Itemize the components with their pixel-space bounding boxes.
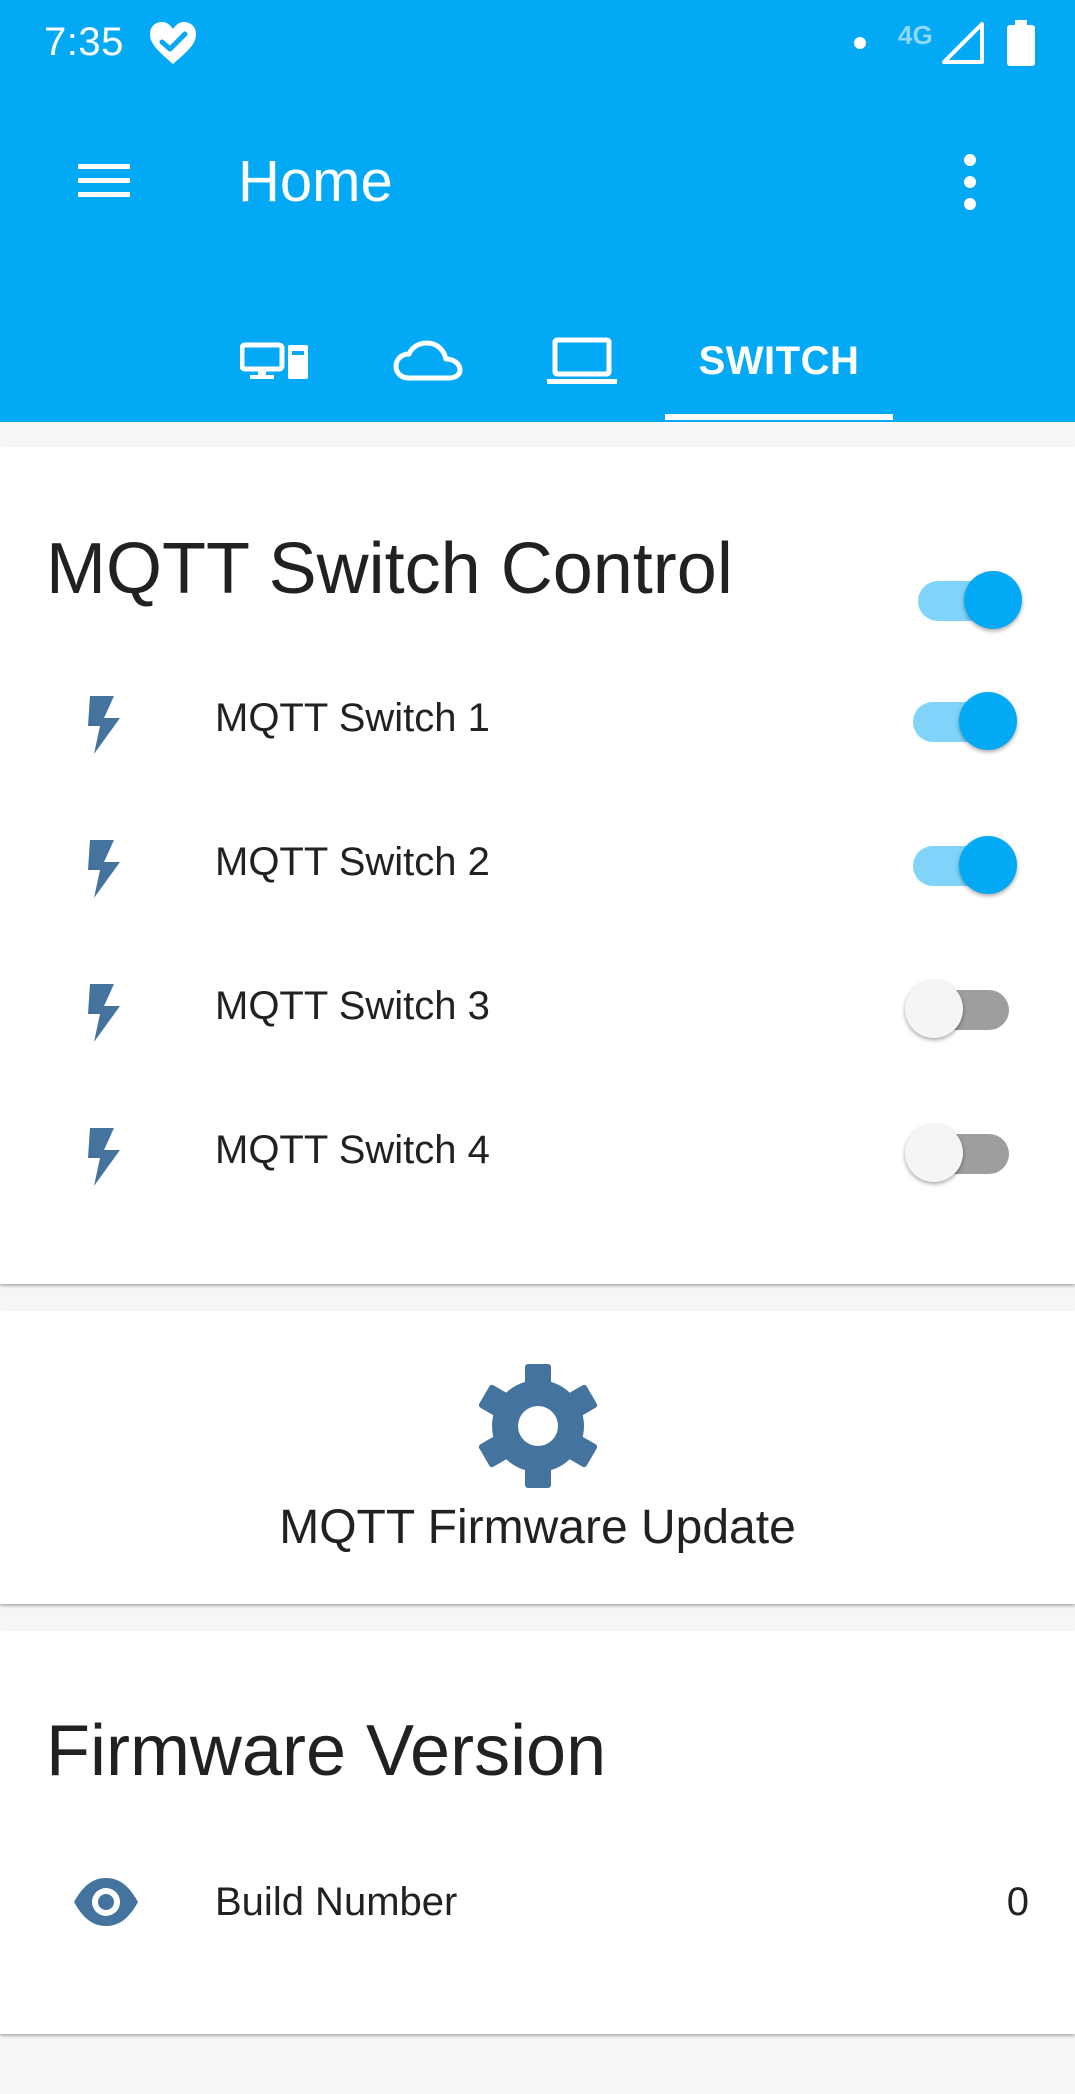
- switch-toggle[interactable]: [905, 685, 1017, 750]
- gear-icon: [478, 1364, 598, 1488]
- switch-label: MQTT Switch 1: [215, 696, 490, 740]
- tab-devices[interactable]: [215, 300, 335, 422]
- firmware-version-card: Firmware Version Build Number 0: [0, 1630, 1075, 2034]
- notification-dot-icon: [854, 37, 866, 49]
- laptop-icon: [547, 337, 617, 384]
- flash-icon: [88, 1128, 120, 1186]
- hamburger-menu-icon[interactable]: [74, 156, 134, 206]
- tab-bar: SWITCH: [0, 300, 1075, 422]
- master-toggle[interactable]: [910, 564, 1022, 629]
- build-number-label: Build Number: [215, 1880, 458, 1924]
- more-vertical-icon[interactable]: [950, 150, 990, 214]
- app-header: 7:35 4G Home SWITCH: [0, 0, 1075, 422]
- eye-icon: [74, 1878, 138, 1926]
- build-number-value: 0: [1006, 1880, 1029, 1924]
- tab-switch[interactable]: SWITCH: [665, 300, 893, 422]
- cell-signal-icon: [942, 22, 984, 64]
- switch-label: MQTT Switch 3: [215, 984, 490, 1028]
- switch-label: MQTT Switch 4: [215, 1128, 490, 1172]
- tab-switch-label: SWITCH: [698, 338, 860, 383]
- status-time: 7:35: [44, 20, 124, 64]
- switch-toggle[interactable]: [905, 1117, 1015, 1182]
- switch-label: MQTT Switch 2: [215, 840, 490, 884]
- flash-icon: [88, 840, 120, 898]
- page-title: Home: [238, 149, 393, 214]
- cloud-icon: [393, 340, 463, 381]
- tab-laptop[interactable]: [522, 300, 642, 422]
- battery-icon: [1007, 20, 1035, 66]
- tab-cloud[interactable]: [368, 300, 488, 422]
- firmware-update-label: MQTT Firmware Update: [279, 1501, 796, 1554]
- flash-icon: [88, 984, 120, 1042]
- switch-toggle[interactable]: [905, 829, 1017, 894]
- card-title: MQTT Switch Control: [46, 529, 733, 609]
- card-title: Firmware Version: [46, 1711, 607, 1791]
- switch-toggle[interactable]: [905, 973, 1015, 1038]
- network-type: 4G: [898, 20, 933, 50]
- devices-icon: [240, 342, 308, 379]
- flash-icon: [88, 696, 120, 754]
- status-bar: 7:35 4G: [0, 0, 1075, 88]
- tab-indicator: [665, 414, 893, 420]
- heart-check-icon: [150, 22, 196, 64]
